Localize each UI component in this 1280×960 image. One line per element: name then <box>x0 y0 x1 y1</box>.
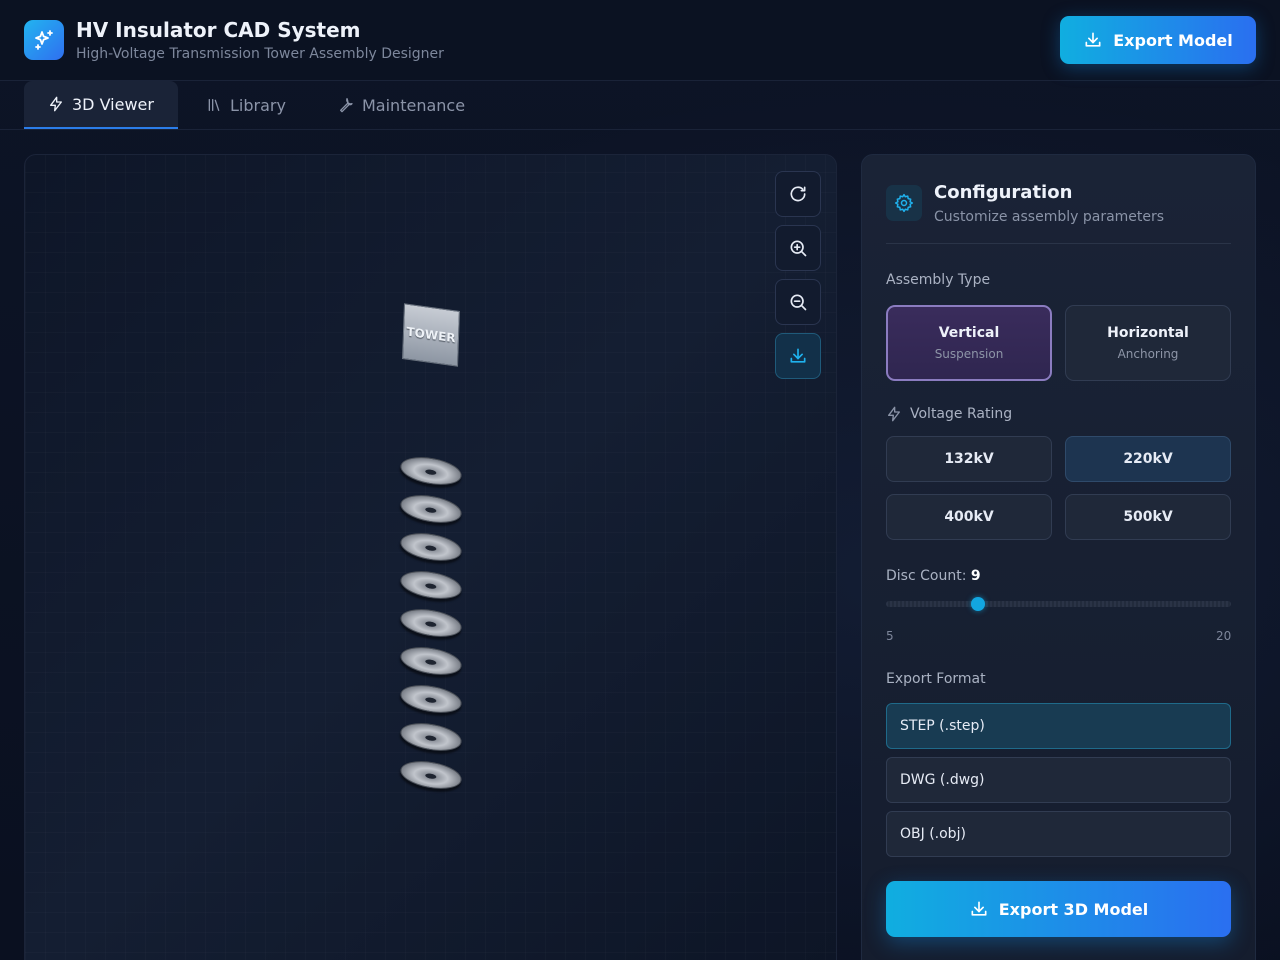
lightning-icon <box>888 406 900 422</box>
insulator-disc[interactable] <box>398 566 464 604</box>
app-logo <box>24 20 64 60</box>
download-icon <box>971 901 987 916</box>
gear-icon <box>894 193 914 213</box>
zoom-in-button[interactable] <box>775 225 821 271</box>
export-model-label: Export Model <box>1113 30 1233 50</box>
zoom-out-icon <box>790 294 807 311</box>
export-model-button[interactable]: Export Model <box>1060 16 1256 64</box>
disc-count-heading: Disc Count: 9 <box>886 568 981 584</box>
tab-label: Library <box>230 95 286 115</box>
voltage-option-220kv[interactable]: 220kV <box>1065 436 1231 482</box>
panel-divider <box>886 243 1231 244</box>
slider-max-label: 20 <box>1216 629 1232 643</box>
3d-viewport[interactable]: TOWER <box>24 154 837 960</box>
insulator-disc[interactable] <box>398 642 464 680</box>
tower-label: TOWER <box>406 324 456 346</box>
disc-count-label: Disc Count: <box>886 568 967 584</box>
app-subtitle: High-Voltage Transmission Tower Assembly… <box>76 46 444 62</box>
assembly-type-horizontal[interactable]: Horizontal Anchoring <box>1065 305 1231 381</box>
tower-model[interactable]: TOWER <box>402 303 460 367</box>
app-title: HV Insulator CAD System <box>76 18 361 42</box>
type-name: Vertical <box>938 325 1000 341</box>
export-format-label: Export Format <box>886 671 986 687</box>
tab-label: 3D Viewer <box>72 94 154 114</box>
type-description: Suspension <box>934 347 1004 361</box>
tab-library[interactable]: Library <box>206 81 286 129</box>
panel-subtitle: Customize assembly parameters <box>934 209 1165 225</box>
insulator-disc[interactable] <box>398 756 464 794</box>
insulator-disc[interactable] <box>398 452 464 490</box>
zoom-out-button[interactable] <box>775 279 821 325</box>
app-header: HV Insulator CAD System High-Voltage Tra… <box>0 0 1280 81</box>
format-option-obj[interactable]: OBJ (.obj) <box>886 811 1231 857</box>
library-icon <box>208 99 220 111</box>
insulator-disc[interactable] <box>398 718 464 756</box>
viewer-download-button[interactable] <box>775 333 821 379</box>
sparkles-icon <box>35 30 53 50</box>
insulator-disc[interactable] <box>398 680 464 718</box>
tab-label: Maintenance <box>362 95 466 115</box>
format-option-dwg[interactable]: DWG (.dwg) <box>886 757 1231 803</box>
tab-maintenance[interactable]: Maintenance <box>338 81 465 129</box>
zoom-in-icon <box>790 240 807 257</box>
export-3d-model-label: Export 3D Model <box>998 899 1149 919</box>
reset-view-icon <box>790 186 806 202</box>
wrench-icon <box>340 98 353 113</box>
slider-min-label: 5 <box>886 629 894 643</box>
voltage-rating-label: Voltage Rating <box>910 406 1013 422</box>
type-description: Anchoring <box>1117 347 1179 361</box>
configuration-panel: Configuration Customize assembly paramet… <box>861 154 1256 960</box>
voltage-option-500kv[interactable]: 500kV <box>1065 494 1231 540</box>
format-option-step[interactable]: STEP (.step) <box>886 703 1231 749</box>
slider-thumb[interactable] <box>971 597 985 611</box>
reset-view-button[interactable] <box>775 171 821 217</box>
voltage-option-132kv[interactable]: 132kV <box>886 436 1052 482</box>
voltage-option-400kv[interactable]: 400kV <box>886 494 1052 540</box>
voltage-rating-heading: Voltage Rating <box>886 406 1012 422</box>
assembly-type-vertical[interactable]: Vertical Suspension <box>886 305 1052 381</box>
type-name: Horizontal <box>1107 325 1189 341</box>
disc-count-slider[interactable] <box>886 597 1231 611</box>
panel-title: Configuration <box>934 182 1073 203</box>
tab-3d-viewer[interactable]: 3D Viewer <box>24 81 178 129</box>
lightning-icon <box>50 96 62 112</box>
tab-bar: 3D Viewer Library Maintenance <box>0 81 1280 130</box>
insulator-disc[interactable] <box>398 490 464 528</box>
export-3d-model-button[interactable]: Export 3D Model <box>886 881 1231 937</box>
download-icon <box>1085 32 1101 47</box>
download-icon <box>790 348 806 363</box>
settings-badge <box>886 185 922 221</box>
insulator-disc[interactable] <box>398 528 464 566</box>
insulator-disc[interactable] <box>398 604 464 642</box>
disc-count-value: 9 <box>970 568 981 584</box>
assembly-type-label: Assembly Type <box>886 272 991 288</box>
